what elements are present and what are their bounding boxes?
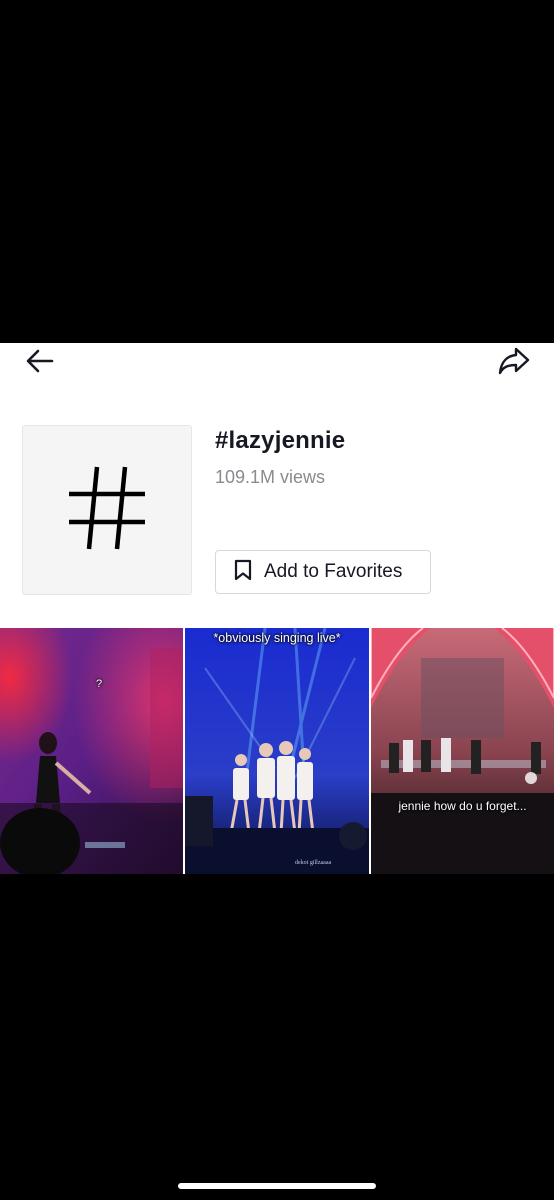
favorites-label: Add to Favorites	[264, 561, 403, 582]
video-thumbnail[interactable]: ?	[0, 628, 183, 874]
hashtag-title: #lazyjennie	[215, 427, 346, 454]
home-indicator[interactable]	[178, 1183, 376, 1189]
bookmark-icon	[234, 559, 252, 586]
arrow-left-icon	[24, 345, 56, 382]
video-caption: ?	[96, 678, 103, 690]
video-thumbnail[interactable]: jennie how do u forget...	[371, 628, 554, 874]
video-caption: *obviously singing live*	[213, 631, 341, 645]
video-still	[371, 628, 554, 874]
add-to-favorites-button[interactable]: Add to Favorites	[215, 550, 431, 594]
letterbox-bottom	[0, 874, 554, 1200]
video-watermark: dekot gillzaaaa	[295, 860, 331, 866]
video-still: dekot gillzaaaa	[185, 628, 369, 874]
hashtag-page: #lazyjennie 109.1M views Add to Favorite…	[0, 343, 554, 874]
video-caption: jennie how do u forget...	[398, 799, 527, 813]
back-button[interactable]	[20, 343, 60, 383]
view-count: 109.1M views	[215, 467, 326, 487]
video-still	[0, 628, 183, 874]
video-thumbnail[interactable]: dekot gillzaaaa *obviously singing live*	[185, 628, 369, 874]
share-button[interactable]	[494, 343, 534, 383]
video-grid: ? dekot gillzaaaa *obviously singing liv…	[0, 628, 554, 874]
letterbox-top	[0, 0, 554, 343]
share-arrow-icon	[497, 344, 531, 383]
hashtag-cover	[22, 425, 192, 595]
hash-icon	[67, 465, 147, 556]
